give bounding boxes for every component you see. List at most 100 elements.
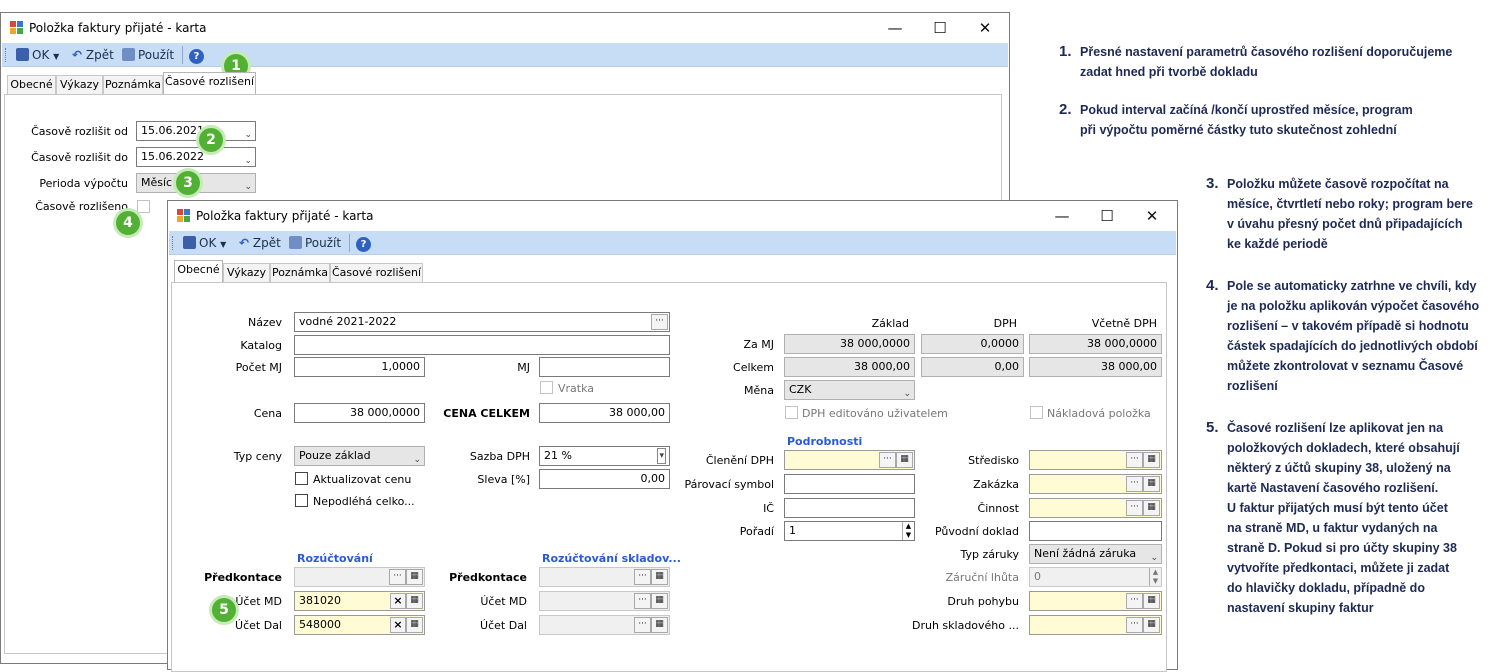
typ-zaruky-select[interactable]: Není žádná záruka ⌄ [1029,544,1162,564]
ellipsis-button[interactable]: ··· [634,593,651,609]
chevron-down-icon[interactable]: ⌄ [244,126,252,140]
mj-label: MJ [517,361,530,374]
spin-down-icon[interactable]: ▼ [903,531,914,540]
ucet-md-input[interactable]: 381020 × ▦ [294,591,425,611]
predkontace-skl-input[interactable]: ··· ▦ [539,567,670,587]
predkontace-input[interactable]: ··· ▦ [294,567,425,587]
ok-button[interactable]: OK ▼ [183,234,226,252]
dph-edit-checkbox[interactable] [785,406,798,419]
clear-icon[interactable]: × [390,617,406,633]
chevron-down-icon[interactable]: ⌄ [244,152,252,166]
typ-ceny-select[interactable]: Pouze základ ⌄ [294,446,425,466]
lookup-icon[interactable]: ▦ [896,452,913,468]
apply-button[interactable]: Použít [122,46,174,64]
katalog-input[interactable] [294,335,670,355]
stredisko-input[interactable]: ··· ▦ [1029,450,1162,470]
druh-skladoveho-input[interactable]: ··· ▦ [1029,615,1162,635]
tab-panel: Název vodné 2021-2022 ··· Katalog Počet M… [171,282,1167,672]
chevron-down-icon[interactable]: ⌄ [1150,549,1158,563]
druh-pohybu-input[interactable]: ··· ▦ [1029,591,1162,611]
chevron-down-icon[interactable]: ⌄ [413,451,421,465]
tab-obecne[interactable]: Obecné [7,75,56,94]
ok-button[interactable]: OK ▼ [16,46,59,64]
zarucni-input[interactable]: 0 ▲ ▼ [1029,567,1162,587]
lookup-icon[interactable]: ▦ [406,569,423,585]
ellipsis-button[interactable]: ··· [1126,617,1143,633]
minimize-button[interactable]: — [1046,205,1078,227]
lookup-icon[interactable]: ▦ [1143,593,1160,609]
nepodleha-checkbox[interactable] [295,494,308,507]
spin-up-icon[interactable]: ▲ [1150,568,1161,577]
mena-select[interactable]: CZK ⌄ [784,380,915,400]
cinnost-input[interactable]: ··· ▦ [1029,498,1162,518]
chevron-down-icon[interactable]: ⌄ [903,385,911,399]
tab-vykazy[interactable]: Výkazy [223,263,270,282]
aktualizovat-checkbox[interactable] [295,472,308,485]
lookup-icon[interactable]: ▦ [651,569,668,585]
ellipsis-button[interactable]: ··· [879,452,896,468]
apply-button[interactable]: Použít [289,234,341,252]
tab-poznamka[interactable]: Poznámka [270,263,330,282]
back-button[interactable]: ↶ Zpět [239,234,281,252]
zakazka-input[interactable]: ··· ▦ [1029,474,1162,494]
close-button[interactable]: ✕ [969,17,1001,39]
ellipsis-button[interactable]: ··· [1126,500,1143,516]
done-checkbox[interactable] [137,200,150,213]
to-date-input[interactable]: 15.06.2022 ⌄ [136,147,256,167]
dropdown-arrow-icon[interactable]: ▼ [220,240,226,249]
sazba-select[interactable]: 21 % ▾ [539,446,670,466]
sleva-input[interactable]: 0,00 [539,469,670,489]
mj-input[interactable] [539,357,670,377]
lookup-icon[interactable]: ▦ [406,593,423,609]
minimize-button[interactable]: — [879,17,911,39]
ucet-md-skl-input[interactable]: ··· ▦ [539,591,670,611]
from-date-input[interactable]: 15.06.2021 ⌄ [136,121,256,141]
tab-obecne[interactable]: Obecné [174,260,223,282]
spin-down-icon[interactable]: ▼ [1150,577,1161,586]
spinner[interactable]: ▲ ▼ [902,522,914,540]
lookup-icon[interactable]: ▦ [1143,452,1160,468]
cena-input[interactable]: 38 000,0000 [294,403,425,423]
close-button[interactable]: ✕ [1136,205,1168,227]
chevron-down-icon[interactable]: ▾ [657,448,666,464]
ucet-dal-input[interactable]: 548000 × ▦ [294,615,425,635]
nakladova-checkbox[interactable] [1030,406,1043,419]
tab-casove-rozliseni[interactable]: Časové rozlišení [330,263,423,282]
cena-celkem-input[interactable]: 38 000,00 [539,403,670,423]
lookup-icon[interactable]: ▦ [1143,617,1160,633]
back-button[interactable]: ↶ Zpět [72,46,114,64]
clear-icon[interactable]: × [390,593,406,609]
poradi-input[interactable]: 1 ▲ ▼ [784,521,915,541]
tab-poznamka[interactable]: Poznámka [103,75,163,94]
parovaci-input[interactable] [784,474,915,494]
ellipsis-button[interactable]: ··· [651,314,668,330]
tab-casove-rozliseni[interactable]: Časové rozlišení [163,72,256,94]
spinner[interactable]: ▲ ▼ [1149,568,1161,586]
ellipsis-button[interactable]: ··· [1126,476,1143,492]
ucet-dal-skl-input[interactable]: ··· ▦ [539,615,670,635]
lookup-icon[interactable]: ▦ [406,617,423,633]
dropdown-arrow-icon[interactable]: ▼ [53,52,59,61]
ellipsis-button[interactable]: ··· [389,569,406,585]
tab-vykazy[interactable]: Výkazy [56,75,103,94]
spin-up-icon[interactable]: ▲ [903,522,914,531]
lookup-icon[interactable]: ▦ [1143,476,1160,492]
lookup-icon[interactable]: ▦ [1143,500,1160,516]
ellipsis-button[interactable]: ··· [634,617,651,633]
lookup-icon[interactable]: ▦ [651,617,668,633]
maximize-button[interactable]: ☐ [1091,205,1123,227]
ic-input[interactable] [784,498,915,518]
ellipsis-button[interactable]: ··· [1126,593,1143,609]
puvodni-input[interactable] [1029,521,1162,541]
ellipsis-button[interactable]: ··· [634,569,651,585]
vratka-checkbox[interactable] [540,381,553,394]
help-button[interactable]: ? [189,46,204,64]
ellipsis-button[interactable]: ··· [1126,452,1143,468]
nazev-input[interactable]: vodné 2021-2022 ··· [294,312,670,332]
pocet-input[interactable]: 1,0000 [294,357,425,377]
cleneni-input[interactable]: ··· ▦ [784,450,915,470]
chevron-down-icon[interactable]: ⌄ [244,178,252,192]
lookup-icon[interactable]: ▦ [651,593,668,609]
maximize-button[interactable]: ☐ [924,17,956,39]
help-button[interactable]: ? [356,234,371,252]
